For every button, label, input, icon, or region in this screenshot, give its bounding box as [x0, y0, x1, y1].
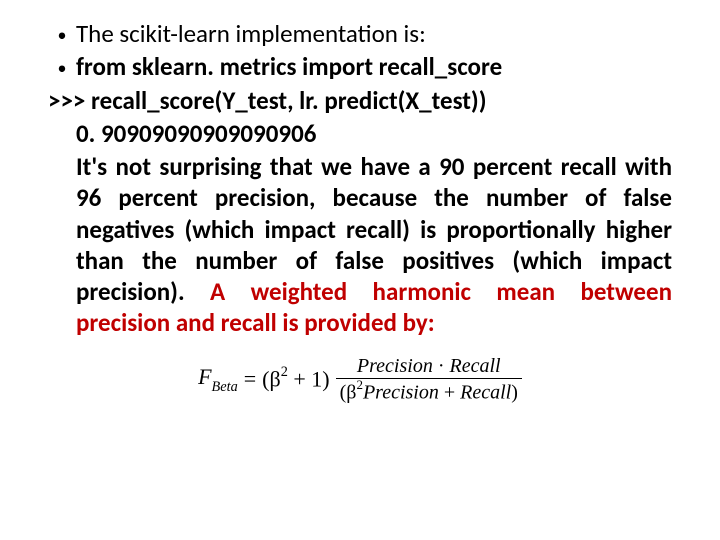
formula-plus: + — [439, 381, 460, 403]
bullet-item-2: • from sklearn. metrics import recall_sc… — [48, 51, 672, 82]
bullet-dot-icon: • — [48, 51, 76, 80]
formula-lhs: FBeta — [198, 364, 238, 394]
bullet-text-1: The scikit-learn implementation is: — [76, 18, 672, 49]
formula-block: FBeta = (β2 + 1) Precision · Recall (β2P… — [48, 355, 672, 404]
bullet-dot-icon: • — [48, 18, 76, 47]
formula-den-exp: 2 — [356, 377, 363, 392]
formula-denominator: (β2Precision + Recall) — [336, 380, 522, 404]
code-line-call: >>> recall_score(Y_test, lr. predict(X_t… — [48, 85, 672, 116]
formula-lhs-sub: Beta — [212, 379, 238, 395]
fbeta-formula: FBeta = (β2 + 1) Precision · Recall (β2P… — [198, 355, 522, 404]
formula-den-close: ) — [511, 381, 518, 403]
formula-factor-open: (β — [262, 366, 281, 391]
formula-den-b: Recall — [460, 381, 511, 403]
formula-factor-exp: 2 — [281, 364, 288, 380]
bullet-item-1: • The scikit-learn implementation is: — [48, 18, 672, 49]
formula-den-a: Precision — [363, 381, 439, 403]
formula-factor-close: + 1) — [288, 366, 330, 391]
formula-numerator: Precision · Recall — [353, 355, 505, 377]
bullet-text-2: from sklearn. metrics import recall_scor… — [76, 51, 672, 82]
code-line-output: 0. 90909090909090906 — [48, 118, 672, 149]
formula-eq: = — [244, 366, 256, 392]
formula-factor: (β2 + 1) — [262, 366, 329, 392]
formula-bar — [336, 378, 522, 379]
slide: • The scikit-learn implementation is: • … — [0, 0, 720, 540]
explanation-paragraph: It's not surprising that we have a 90 pe… — [48, 151, 672, 339]
formula-num-a: Precision — [357, 355, 433, 377]
formula-den-open: (β — [340, 381, 357, 403]
formula-num-b: Recall — [450, 355, 501, 377]
formula-fraction: Precision · Recall (β2Precision + Recall… — [336, 355, 522, 404]
formula-lhs-var: F — [198, 364, 211, 389]
formula-dot: · — [433, 355, 450, 377]
